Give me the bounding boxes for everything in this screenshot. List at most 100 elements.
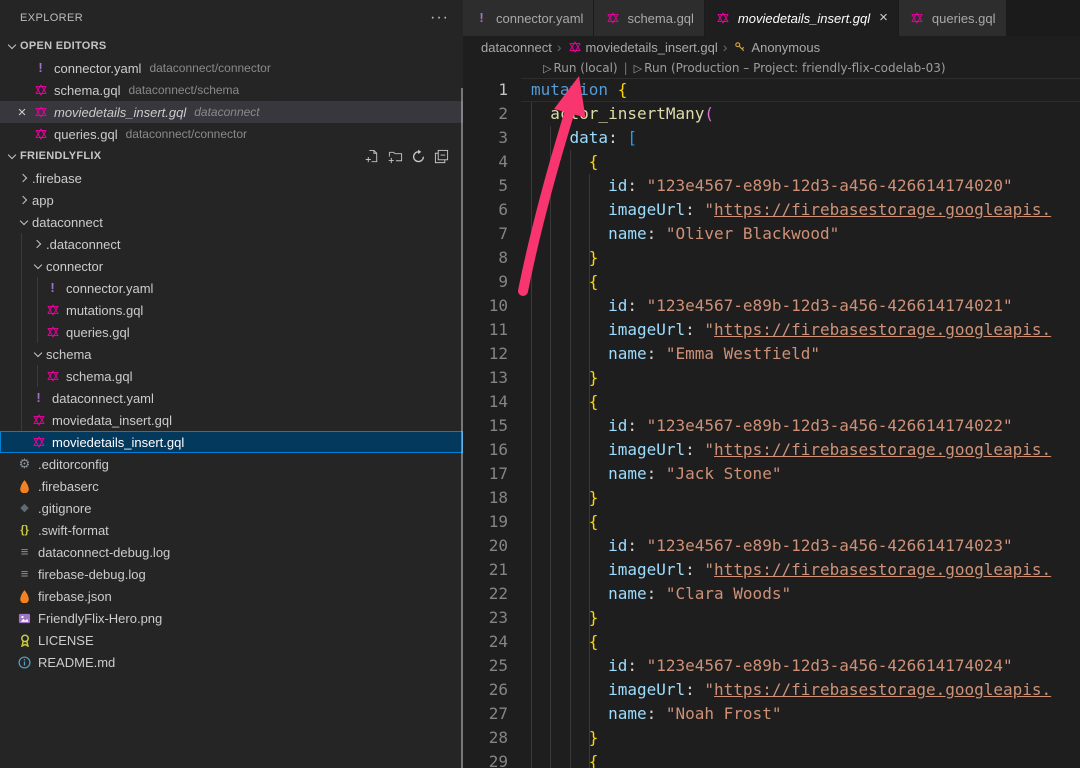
chevron-right-icon (16, 170, 32, 186)
code-line-text[interactable]: } (523, 246, 598, 270)
collapse-all-icon[interactable] (433, 148, 449, 164)
file-name: moviedetails_insert.gql (54, 105, 186, 120)
code-line-text[interactable]: id: "123e4567-e89b-12d3-a456-42661417402… (523, 654, 1013, 678)
code-line-text[interactable]: { (523, 150, 598, 174)
line-number: 4 (463, 150, 523, 174)
open-editors-section-header[interactable]: OPEN EDITORS (0, 35, 463, 57)
code-line-text[interactable]: name: "Clara Woods" (523, 582, 791, 606)
code-line-text[interactable]: actor_insertMany( (523, 102, 714, 126)
open-editor-item[interactable]: !connector.yamldataconnect/connector (0, 57, 463, 79)
code-line-text[interactable]: name: "Emma Westfield" (523, 342, 820, 366)
code-line: 21 imageUrl: "https://firebasestorage.go… (463, 558, 1080, 582)
tree-item-firebase-debug-log[interactable]: ≡firebase-debug.log (0, 563, 463, 585)
open-editors-title: OPEN EDITORS (20, 40, 107, 52)
run-local-link[interactable]: ▷Run (local) (543, 61, 618, 75)
code-line-text[interactable]: name: "Oliver Blackwood" (523, 222, 839, 246)
tree-item-schema[interactable]: schema (0, 343, 463, 365)
tree-item-dataconnect-debug-log[interactable]: ≡dataconnect-debug.log (0, 541, 463, 563)
code-line-text[interactable]: id: "123e4567-e89b-12d3-a456-42661417402… (523, 294, 1013, 318)
line-number: 12 (463, 342, 523, 366)
file-name: .swift-format (38, 523, 109, 538)
new-file-icon[interactable] (364, 148, 380, 164)
tree-item--dataconnect[interactable]: .dataconnect (0, 233, 463, 255)
close-icon[interactable]: × (879, 11, 888, 25)
tab-schema-gql[interactable]: schema.gql (594, 0, 703, 36)
tab-connector-yaml[interactable]: !connector.yaml (463, 0, 593, 36)
code-line-text[interactable]: imageUrl: "https://firebasestorage.googl… (523, 678, 1051, 702)
code-line-text[interactable]: } (523, 726, 598, 750)
breadcrumb-item[interactable]: dataconnect (481, 40, 552, 55)
code-line-text[interactable]: { (523, 390, 598, 414)
tree-item-schema-gql[interactable]: schema.gql (0, 365, 463, 387)
tree-item-moviedetails-insert-gql[interactable]: moviedetails_insert.gql (0, 431, 463, 453)
tree-item-dataconnect-yaml[interactable]: !dataconnect.yaml (0, 387, 463, 409)
code-line-text[interactable]: { (523, 630, 598, 654)
tab-moviedetails-insert-gql[interactable]: moviedetails_insert.gql× (705, 0, 898, 36)
code-line-text[interactable]: } (523, 366, 598, 390)
tree-item-app[interactable]: app (0, 189, 463, 211)
line-number: 13 (463, 366, 523, 390)
refresh-icon[interactable] (410, 148, 426, 164)
tree-item--swift-format[interactable]: {}.swift-format (0, 519, 463, 541)
breadcrumb-item[interactable]: Anonymous (732, 39, 820, 55)
file-name: schema.gql (54, 83, 120, 98)
line-number: 1 (463, 78, 523, 102)
tree-item-firebase-json[interactable]: firebase.json (0, 585, 463, 607)
tree-item-moviedata-insert-gql[interactable]: moviedata_insert.gql (0, 409, 463, 431)
log-icon: ≡ (16, 566, 33, 582)
code-line: 12 name: "Emma Westfield" (463, 342, 1080, 366)
new-folder-icon[interactable] (387, 148, 403, 164)
line-number: 8 (463, 246, 523, 270)
tree-item--firebaserc[interactable]: .firebaserc (0, 475, 463, 497)
tree-item-license[interactable]: LICENSE (0, 629, 463, 651)
code-line-text[interactable]: data: [ (523, 126, 637, 150)
tree-item--editorconfig[interactable]: ⚙.editorconfig (0, 453, 463, 475)
file-name: moviedetails_insert.gql (52, 435, 184, 450)
code-line-text[interactable]: } (523, 486, 598, 510)
line-number: 9 (463, 270, 523, 294)
open-editor-item[interactable]: ×moviedetails_insert.gqldataconnect (0, 101, 463, 123)
close-icon[interactable]: × (14, 104, 30, 121)
code-line-text[interactable]: imageUrl: "https://firebasestorage.googl… (523, 198, 1051, 222)
code-line-text[interactable]: imageUrl: "https://firebasestorage.googl… (523, 438, 1051, 462)
code-line-text[interactable]: } (523, 606, 598, 630)
open-editor-item[interactable]: schema.gqldataconnect/schema (0, 79, 463, 101)
code-line-text[interactable]: id: "123e4567-e89b-12d3-a456-42661417402… (523, 414, 1013, 438)
code-line: 15 id: "123e4567-e89b-12d3-a456-42661417… (463, 414, 1080, 438)
tab-queries-gql[interactable]: queries.gql (899, 0, 1006, 36)
project-section-header[interactable]: FRIENDLYFLIX (0, 145, 463, 167)
code-line-text[interactable]: mutation { (523, 78, 627, 102)
code-line-text[interactable]: { (523, 510, 598, 534)
tree-item--firebase[interactable]: .firebase (0, 167, 463, 189)
code-line-text[interactable]: id: "123e4567-e89b-12d3-a456-42661417402… (523, 534, 1013, 558)
code-line-text[interactable]: { (523, 270, 598, 294)
tree-item-friendlyflix-hero-png[interactable]: FriendlyFlix-Hero.png (0, 607, 463, 629)
code-line-text[interactable]: imageUrl: "https://firebasestorage.googl… (523, 318, 1051, 342)
tree-item--gitignore[interactable]: ◆.gitignore (0, 497, 463, 519)
code-editor[interactable]: ▷Run (local)|▷Run (Production – Project:… (463, 58, 1080, 768)
open-editor-item[interactable]: queries.gqldataconnect/connector (0, 123, 463, 145)
line-number: 27 (463, 702, 523, 726)
tree-item-connector-yaml[interactable]: !connector.yaml (0, 277, 463, 299)
code-line: 22 name: "Clara Woods" (463, 582, 1080, 606)
more-actions-icon[interactable]: ··· (430, 13, 449, 23)
run-production-link[interactable]: ▷Run (Production – Project: friendly-fli… (634, 61, 946, 75)
code-line-text[interactable]: id: "123e4567-e89b-12d3-a456-42661417402… (523, 174, 1013, 198)
sidebar-resize-sash[interactable] (461, 88, 463, 768)
code-line: 29 { (463, 750, 1080, 768)
tree-item-connector[interactable]: connector (0, 255, 463, 277)
chevron-down-icon (30, 258, 46, 274)
tree-item-dataconnect[interactable]: dataconnect (0, 211, 463, 233)
project-actions (364, 148, 463, 164)
tree-item-queries-gql[interactable]: queries.gql (0, 321, 463, 343)
breadcrumb-item[interactable]: moviedetails_insert.gql (567, 39, 718, 55)
file-name: connector.yaml (54, 61, 141, 76)
code-line-text[interactable]: imageUrl: "https://firebasestorage.googl… (523, 558, 1051, 582)
tree-item-mutations-gql[interactable]: mutations.gql (0, 299, 463, 321)
code-line-text[interactable]: name: "Jack Stone" (523, 462, 781, 486)
tree-item-readme-md[interactable]: README.md (0, 651, 463, 673)
code-line-text[interactable]: { (523, 750, 598, 768)
code-line-text[interactable]: name: "Noah Frost" (523, 702, 781, 726)
code-line: 4 { (463, 150, 1080, 174)
folder-name: connector (46, 259, 103, 274)
